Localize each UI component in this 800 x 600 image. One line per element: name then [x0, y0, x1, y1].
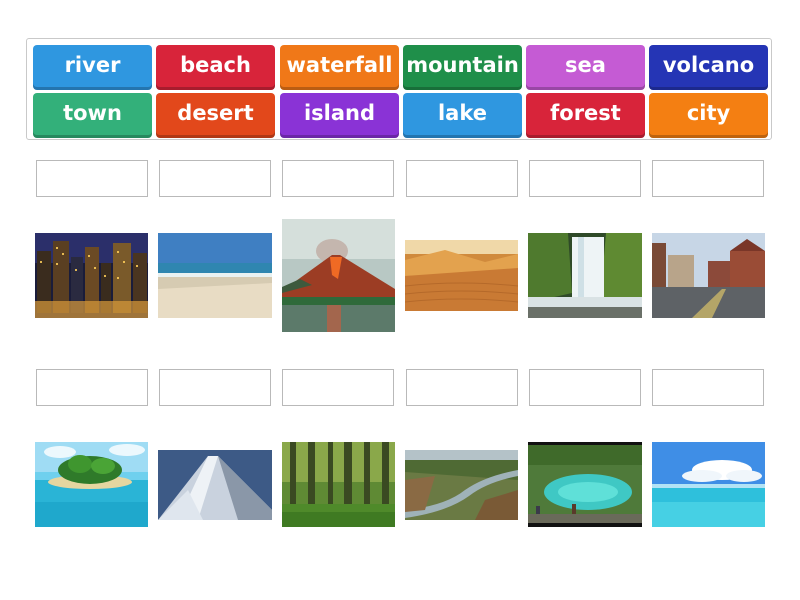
sea-photo [652, 442, 765, 527]
word-tile-beach[interactable]: beach [156, 45, 275, 90]
word-tile-volcano[interactable]: volcano [649, 45, 768, 90]
island-photo [35, 442, 148, 527]
drop-slot-11[interactable] [529, 369, 641, 406]
forest-photo [282, 442, 395, 527]
word-bank: river beach waterfall mountain sea volca… [26, 38, 772, 140]
drop-slot-9[interactable] [282, 369, 394, 406]
drop-slot-7[interactable] [36, 369, 148, 406]
word-tile-mountain[interactable]: mountain [403, 45, 522, 90]
drop-slot-12[interactable] [652, 369, 764, 406]
beach-photo [158, 233, 272, 318]
word-tile-waterfall[interactable]: waterfall [280, 45, 399, 90]
river-photo [405, 450, 518, 520]
waterfall-photo [528, 233, 642, 318]
drop-slot-3[interactable] [282, 160, 394, 197]
city-night-photo [35, 233, 148, 318]
word-tile-river[interactable]: river [33, 45, 152, 90]
word-tile-forest[interactable]: forest [526, 93, 645, 138]
drop-slot-4[interactable] [406, 160, 518, 197]
volcano-photo [282, 219, 395, 332]
drop-slot-2[interactable] [159, 160, 271, 197]
word-tile-sea[interactable]: sea [526, 45, 645, 90]
drop-slot-10[interactable] [406, 369, 518, 406]
word-tile-desert[interactable]: desert [156, 93, 275, 138]
word-tile-lake[interactable]: lake [403, 93, 522, 138]
drop-slot-8[interactable] [159, 369, 271, 406]
lake-photo [528, 442, 642, 527]
drop-slot-5[interactable] [529, 160, 641, 197]
word-tile-island[interactable]: island [280, 93, 399, 138]
drop-slot-1[interactable] [36, 160, 148, 197]
word-tile-city[interactable]: city [649, 93, 768, 138]
drop-slot-6[interactable] [652, 160, 764, 197]
mountain-photo [158, 450, 272, 520]
word-tile-town[interactable]: town [33, 93, 152, 138]
desert-photo [405, 240, 518, 311]
town-street-photo [652, 233, 765, 318]
